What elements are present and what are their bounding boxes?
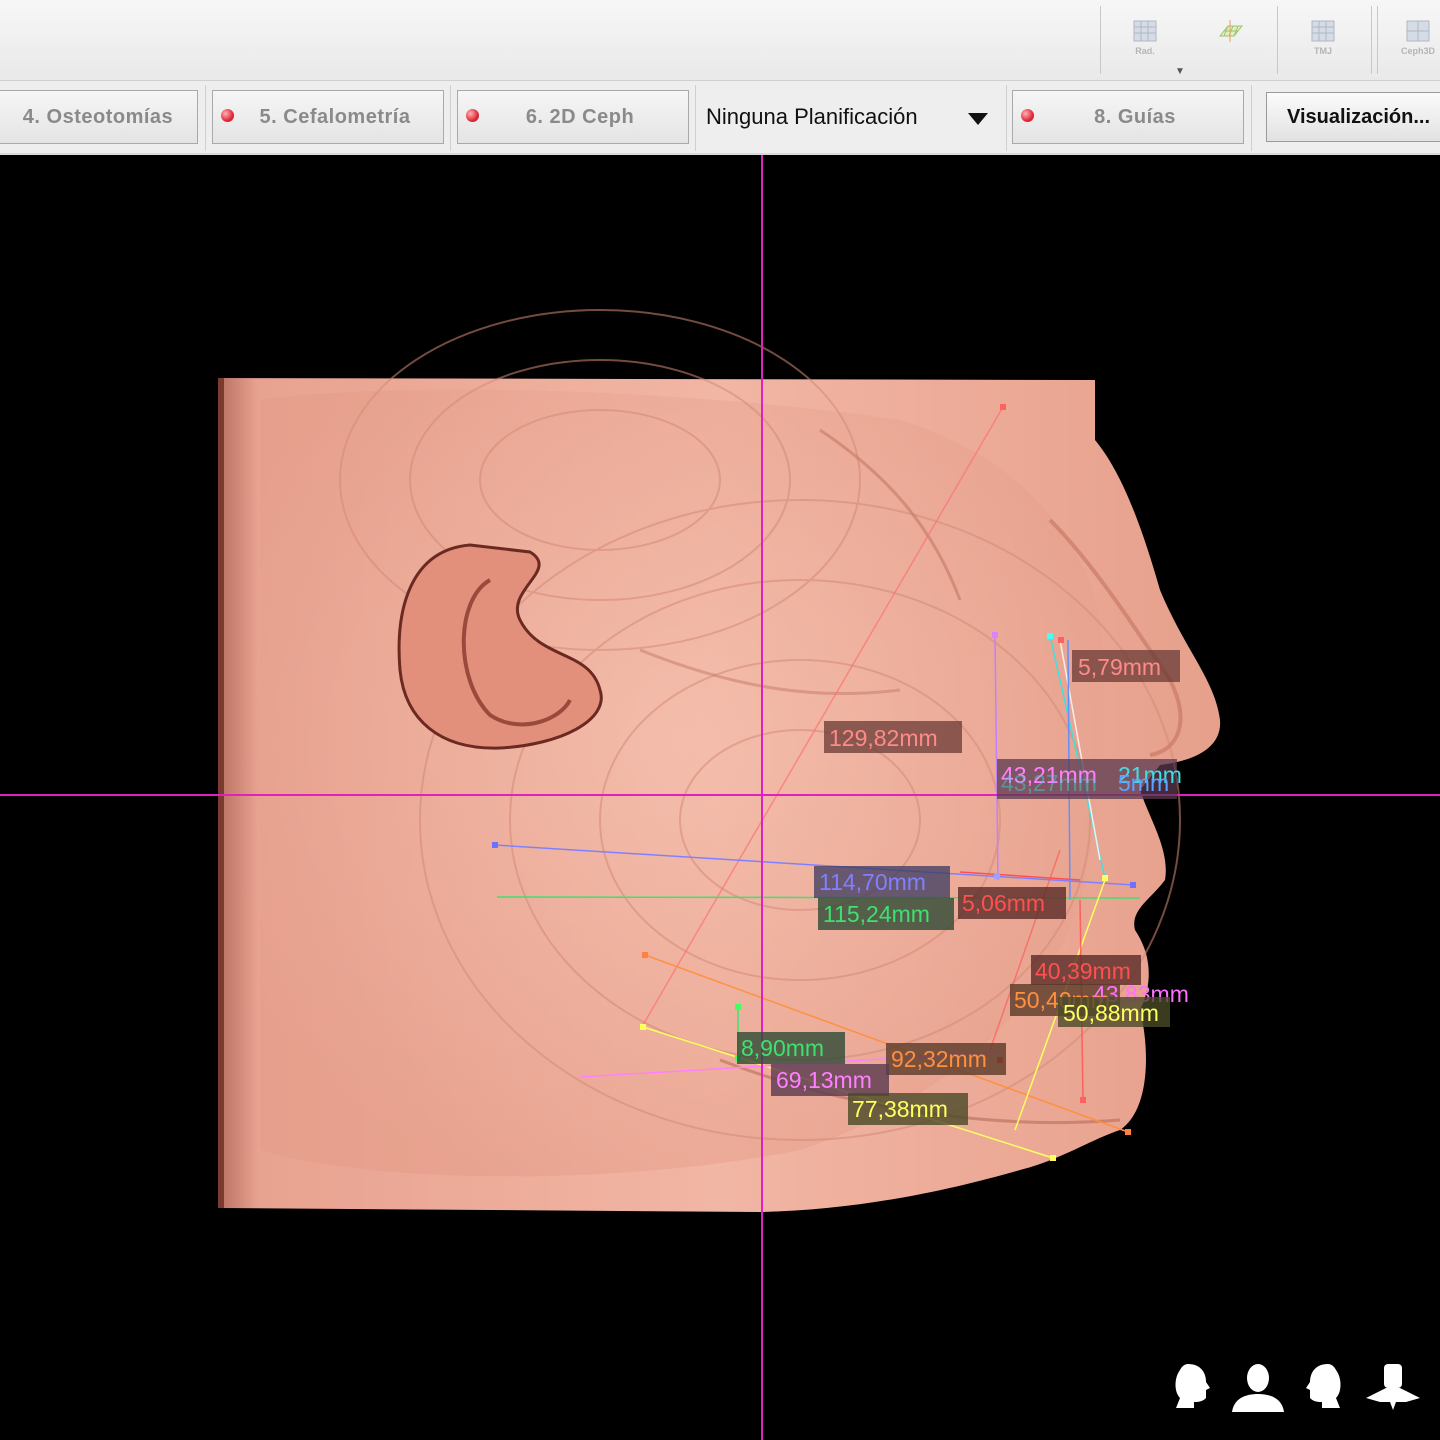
status-led-icon [1021, 109, 1034, 122]
measurement-label: 50,88mm [1058, 997, 1170, 1027]
measurement-label: 129,82mm [824, 721, 962, 753]
visualization-button-label: Visualización... [1287, 105, 1431, 128]
planning-select[interactable]: Ninguna Planificación [698, 90, 1004, 144]
head-frontal-icon[interactable] [1232, 1364, 1284, 1412]
tab-separator [1006, 85, 1007, 151]
tab-2d-ceph[interactable]: 6. 2D Ceph [457, 90, 689, 144]
measurement-value: 129,82mm [829, 725, 938, 751]
measurement-value: 115,24mm [823, 901, 930, 927]
measurement-label: 77,38mm [848, 1093, 968, 1125]
measurement-value: 5mm [1118, 770, 1169, 796]
tmj-label: TMJ [1314, 46, 1332, 56]
radiograph-dropdown-icon[interactable]: ▼ [1175, 66, 1185, 77]
tab-cefalometria-label: 5. Cefalometría [259, 105, 411, 128]
ceph3d-button[interactable]: Ceph3D [1396, 18, 1440, 56]
measurement-value: 77,38mm [852, 1096, 948, 1122]
status-led-icon [221, 109, 234, 122]
measurement-label: 5,06mm [958, 887, 1066, 919]
measurement-label: 69,13mm [771, 1064, 889, 1096]
chevron-down-icon[interactable] [968, 113, 988, 125]
measurement-value: 5,06mm [962, 890, 1045, 916]
tmj-icon [1311, 20, 1335, 42]
view-presets [1175, 1364, 1420, 1412]
toolbar-separator [1277, 6, 1278, 74]
measurement-label: 92,32mm [886, 1043, 1006, 1075]
measurement-label: 43,21mm 21mm43,27mm 5mm [997, 759, 1182, 799]
toolbar-separator [1100, 6, 1101, 74]
radiograph-label: Rad. [1135, 46, 1155, 56]
tab-osteotomias[interactable]: 4. Osteotomías [0, 90, 198, 144]
measurement-value: 114,70mm [819, 869, 926, 895]
tab-separator [205, 85, 206, 151]
tab-osteotomias-label: 4. Osteotomías [22, 105, 174, 128]
ceph3d-label: Ceph3D [1400, 46, 1435, 56]
tab-guias[interactable]: 8. Guías [1012, 90, 1244, 144]
measurement-value: 69,13mm [776, 1067, 872, 1093]
head-profile-left-icon[interactable] [1306, 1364, 1341, 1408]
status-led-icon [466, 109, 479, 122]
ceph3d-icon [1406, 20, 1430, 42]
tab-cefalometria[interactable]: 5. Cefalometría [212, 90, 444, 144]
radiograph-button[interactable]: Rad. ▼ [1125, 18, 1185, 77]
tab-separator [1251, 85, 1252, 151]
tab-guias-label: 8. Guías [1094, 105, 1176, 128]
visualization-button[interactable]: Visualización... [1266, 92, 1440, 142]
measurement-value: 50,88mm [1063, 1000, 1159, 1026]
measurement-label: 8,90mm [737, 1032, 845, 1064]
workflow-tab-bar: 4. Osteotomías 5. Cefalometría 6. 2D Cep… [0, 81, 1440, 155]
slice-plane-button[interactable] [1210, 18, 1250, 46]
measurement-value: 5,79mm [1078, 654, 1161, 680]
head-top-icon[interactable] [1366, 1364, 1420, 1410]
planning-select-value: Ninguna Planificación [706, 104, 918, 129]
viewport-canvas[interactable]: 5,79mm 129,82mm 43,21mm 21mm43,27mm 5mm 11… [0, 155, 1440, 1440]
measurement-value: 8,90mm [741, 1035, 824, 1061]
measurement-value: 43,27mm [1001, 770, 1097, 796]
radiograph-icon [1133, 20, 1157, 42]
toolbar-separator [1377, 6, 1378, 74]
tab-separator [695, 85, 696, 151]
tab-separator [450, 85, 451, 151]
toolbar-separator [1371, 6, 1372, 74]
measurement-label: 115,24mm [818, 898, 954, 930]
measurement-label: 5,79mm [1072, 650, 1180, 682]
measurement-value: 92,32mm [891, 1046, 987, 1072]
3d-viewport[interactable]: 5,79mm 129,82mm 43,21mm 21mm 43,27mm 5mm 11… [0, 155, 1440, 1440]
head-profile-right-icon[interactable] [1175, 1364, 1211, 1408]
measurement-label: 114,70mm [814, 866, 950, 898]
tmj-button[interactable]: TMJ [1303, 18, 1343, 56]
tab-2d-ceph-label: 6. 2D Ceph [525, 105, 635, 128]
top-toolbar: Rad. ▼ TMJ Ceph3D [0, 0, 1440, 81]
slice-plane-icon [1218, 20, 1244, 42]
